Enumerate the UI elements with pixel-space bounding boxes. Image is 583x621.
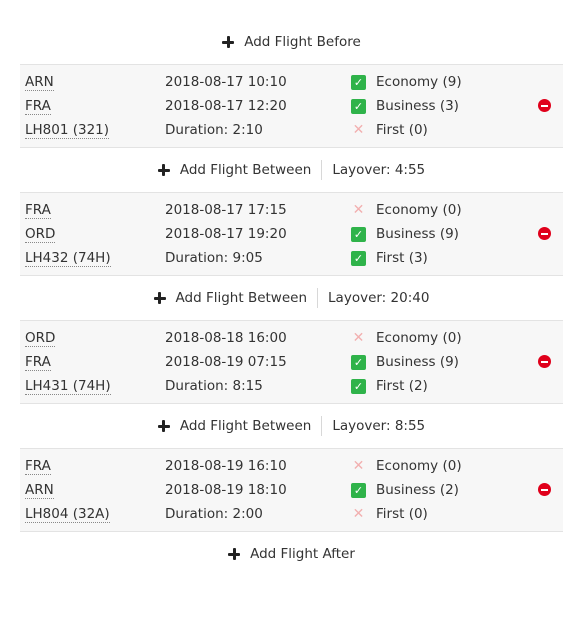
flight-segment: FRA ORD LH432 (74H) 2018-08-17 17:15 201…	[20, 192, 563, 276]
flight-duration: Duration: 9:05	[165, 250, 263, 266]
departure-time: 2018-08-19 16:10	[165, 458, 287, 474]
flight-number[interactable]: LH801 (321)	[25, 122, 110, 139]
arrival-time: 2018-08-17 19:20	[165, 226, 287, 242]
flight-number[interactable]: LH431 (74H)	[25, 378, 111, 395]
between-row: Add Flight Between Layover: 8:55	[20, 408, 563, 444]
flight-number[interactable]: LH804 (32A)	[25, 506, 110, 523]
class-label: First (0)	[376, 122, 428, 138]
destination-airport[interactable]: ORD	[25, 226, 56, 243]
layover-time: Layover: 4:55	[332, 162, 426, 178]
class-label: First (0)	[376, 506, 428, 522]
add-flight-between-label: Add Flight Between	[179, 418, 312, 434]
class-economy: ✕ Economy (0)	[351, 200, 462, 220]
layover-time: Layover: 20:40	[328, 290, 430, 306]
class-first: ✕ First (0)	[351, 120, 428, 140]
add-flight-after-button[interactable]: Add Flight After	[228, 546, 355, 562]
flight-duration: Duration: 2:00	[165, 506, 263, 522]
class-economy: ✓ Economy (9)	[351, 72, 462, 92]
add-flight-before-label: Add Flight Before	[244, 34, 361, 50]
class-economy: ✕ Economy (0)	[351, 328, 462, 348]
x-icon: ✕	[352, 122, 365, 138]
add-after-row: Add Flight After	[20, 536, 563, 572]
class-business: ✓ Business (3)	[351, 96, 459, 116]
origin-airport[interactable]: ORD	[25, 330, 56, 347]
departure-time: 2018-08-18 16:00	[165, 330, 287, 346]
x-icon: ✕	[352, 458, 365, 474]
between-row: Add Flight Between Layover: 20:40	[20, 280, 563, 316]
class-first: ✓ First (3)	[351, 248, 428, 268]
class-first: ✕ First (0)	[351, 504, 428, 524]
plus-icon	[157, 164, 170, 176]
layover-time: Layover: 8:55	[332, 418, 426, 434]
destination-airport[interactable]: FRA	[25, 98, 51, 115]
check-icon: ✓	[351, 378, 366, 394]
check-icon: ✓	[351, 98, 366, 114]
add-flight-before-button[interactable]: Add Flight Before	[222, 34, 361, 50]
destination-airport[interactable]: FRA	[25, 354, 51, 371]
add-flight-between-button[interactable]: Add Flight Between	[153, 290, 308, 306]
x-icon: ✕	[352, 330, 365, 346]
class-label: Business (2)	[376, 482, 459, 498]
plus-icon	[228, 548, 241, 560]
origin-airport[interactable]: ARN	[25, 74, 54, 91]
add-flight-between-button[interactable]: Add Flight Between	[157, 162, 312, 178]
check-icon: ✓	[351, 226, 366, 242]
remove-icon[interactable]	[538, 355, 551, 368]
destination-airport[interactable]: ARN	[25, 482, 54, 499]
class-economy: ✕ Economy (0)	[351, 456, 462, 476]
class-business: ✓ Business (2)	[351, 480, 459, 500]
remove-icon[interactable]	[538, 483, 551, 496]
check-icon: ✓	[351, 250, 366, 266]
flight-segment: ARN FRA LH801 (321) 2018-08-17 10:10 201…	[20, 64, 563, 148]
flight-number[interactable]: LH432 (74H)	[25, 250, 111, 267]
add-flight-after-label: Add Flight After	[250, 546, 355, 562]
divider	[321, 160, 323, 180]
x-icon: ✕	[352, 506, 365, 522]
check-icon: ✓	[351, 354, 366, 370]
add-before-row: Add Flight Before	[20, 24, 563, 60]
class-label: First (3)	[376, 250, 428, 266]
origin-airport[interactable]: FRA	[25, 458, 51, 475]
flight-segment: ORD FRA LH431 (74H) 2018-08-18 16:00 201…	[20, 320, 563, 404]
class-first: ✓ First (2)	[351, 376, 428, 396]
remove-icon[interactable]	[538, 99, 551, 112]
arrival-time: 2018-08-19 07:15	[165, 354, 287, 370]
class-label: Economy (9)	[376, 74, 462, 90]
divider	[317, 288, 319, 308]
class-label: Business (9)	[376, 226, 459, 242]
class-business: ✓ Business (9)	[351, 224, 459, 244]
flight-duration: Duration: 8:15	[165, 378, 263, 394]
class-label: Business (3)	[376, 98, 459, 114]
arrival-time: 2018-08-17 12:20	[165, 98, 287, 114]
departure-time: 2018-08-17 17:15	[165, 202, 287, 218]
class-label: Economy (0)	[376, 330, 462, 346]
plus-icon	[222, 36, 235, 48]
class-label: First (2)	[376, 378, 428, 394]
class-business: ✓ Business (9)	[351, 352, 459, 372]
remove-icon[interactable]	[538, 227, 551, 240]
departure-time: 2018-08-17 10:10	[165, 74, 287, 90]
flight-segment: FRA ARN LH804 (32A) 2018-08-19 16:10 201…	[20, 448, 563, 532]
add-flight-between-label: Add Flight Between	[179, 162, 312, 178]
divider	[321, 416, 323, 436]
flight-duration: Duration: 2:10	[165, 122, 263, 138]
add-flight-between-label: Add Flight Between	[175, 290, 308, 306]
flight-itinerary: Add Flight Before ARN FRA LH801 (321) 20…	[0, 0, 583, 621]
arrival-time: 2018-08-19 18:10	[165, 482, 287, 498]
plus-icon	[157, 420, 170, 432]
origin-airport[interactable]: FRA	[25, 202, 51, 219]
class-label: Economy (0)	[376, 202, 462, 218]
check-icon: ✓	[351, 74, 366, 90]
between-row: Add Flight Between Layover: 4:55	[20, 152, 563, 188]
add-flight-between-button[interactable]: Add Flight Between	[157, 418, 312, 434]
class-label: Economy (0)	[376, 458, 462, 474]
check-icon: ✓	[351, 482, 366, 498]
class-label: Business (9)	[376, 354, 459, 370]
plus-icon	[153, 292, 166, 304]
x-icon: ✕	[352, 202, 365, 218]
